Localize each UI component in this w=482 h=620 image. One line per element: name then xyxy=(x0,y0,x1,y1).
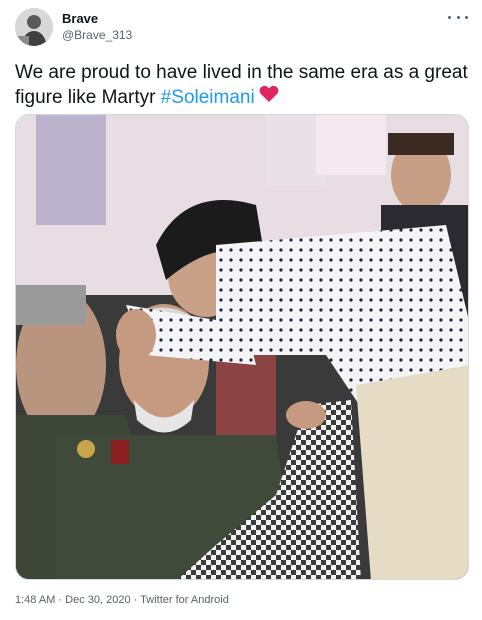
tweet-source[interactable]: Twitter for Android xyxy=(140,594,229,606)
tweet-card: Brave @Brave_313 We are proud to have li… xyxy=(0,0,482,620)
tweet-time[interactable]: 1:48 AM xyxy=(15,594,55,606)
tweet-text: We are proud to have lived in the same e… xyxy=(15,60,470,110)
separator: · xyxy=(130,594,141,606)
avatar-image xyxy=(15,8,53,46)
tweet-photo[interactable] xyxy=(15,114,469,580)
photo-illustration xyxy=(16,115,468,579)
author-handle[interactable]: @Brave_313 xyxy=(62,28,132,42)
tweet-meta: 1:48 AM · Dec 30, 2020 · Twitter for And… xyxy=(15,594,229,606)
red-heart-icon xyxy=(259,85,279,110)
more-options-icon[interactable] xyxy=(448,10,468,24)
separator: · xyxy=(55,594,66,606)
tweet-date[interactable]: Dec 30, 2020 xyxy=(65,594,130,606)
author-name[interactable]: Brave xyxy=(62,11,98,26)
avatar[interactable] xyxy=(15,8,53,46)
hashtag-link[interactable]: #Soleimani xyxy=(161,87,255,108)
